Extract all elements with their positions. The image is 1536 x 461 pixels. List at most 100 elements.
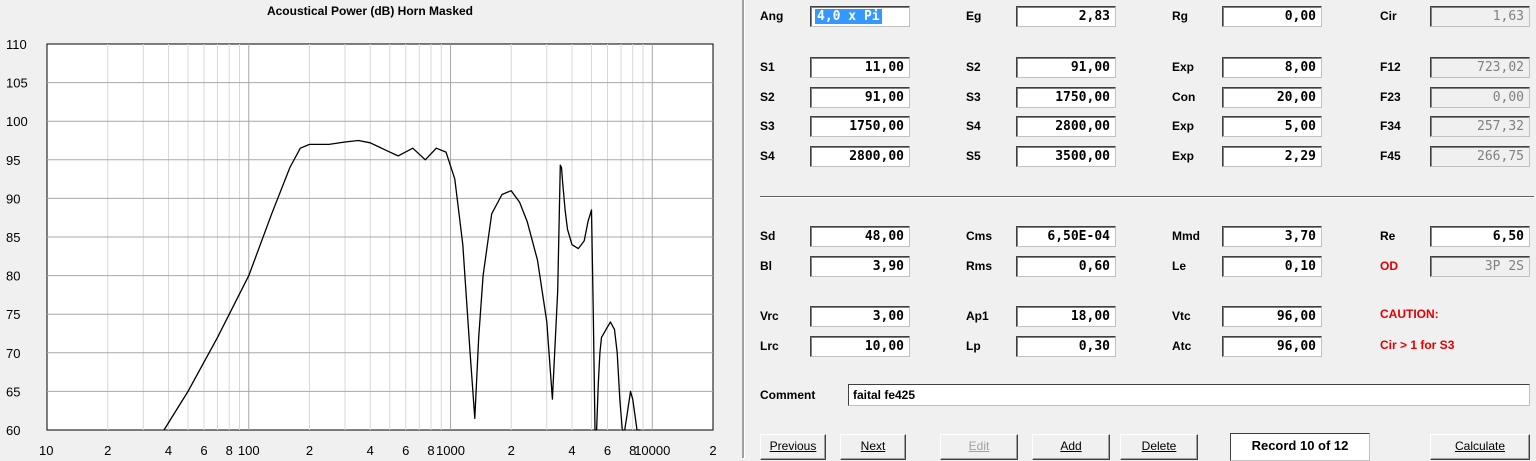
x-tick-label: 4 bbox=[165, 443, 172, 458]
label-s2-r2: S2 bbox=[760, 90, 775, 104]
panel-divider bbox=[742, 0, 745, 458]
field-mmd-r5[interactable]: 3,70 bbox=[1222, 226, 1322, 247]
label-lrc-r8: Lrc bbox=[760, 339, 779, 353]
parameter-form: CAUTION: Cir > 1 for S3 Comment faital f… bbox=[746, 0, 1536, 461]
field-sd-r5[interactable]: 48,00 bbox=[810, 226, 910, 247]
y-tick-label: 60 bbox=[6, 423, 20, 438]
add-label: Add bbox=[1060, 439, 1082, 453]
label-exp-r4: Exp bbox=[1172, 149, 1195, 163]
label-exp-r1: Exp bbox=[1172, 60, 1195, 74]
field-ap1-r7[interactable]: 18,00 bbox=[1016, 306, 1116, 327]
comment-label: Comment bbox=[760, 388, 816, 402]
label-vtc-r7: Vtc bbox=[1172, 309, 1191, 323]
field-f12-r1[interactable]: 723,02 bbox=[1430, 57, 1530, 78]
delete-button[interactable]: Delete bbox=[1120, 434, 1198, 460]
comment-field[interactable]: faital fe425 bbox=[848, 384, 1530, 406]
label-rg-r0: Rg bbox=[1172, 9, 1188, 23]
section-divider bbox=[760, 196, 1534, 198]
calculate-label: Calculate bbox=[1454, 439, 1506, 453]
label-od-r6: OD bbox=[1380, 259, 1398, 273]
field-s5-r4[interactable]: 3500,00 bbox=[1016, 146, 1116, 167]
field-bl-r6[interactable]: 3,90 bbox=[810, 256, 910, 277]
x-tick-label: 1000 bbox=[436, 443, 465, 458]
field-lp-r8[interactable]: 0,30 bbox=[1016, 336, 1116, 357]
field-f34-r3[interactable]: 257,32 bbox=[1430, 116, 1530, 137]
field-od-r6[interactable]: 3P 2S bbox=[1430, 256, 1530, 277]
x-tick-label: 2 bbox=[104, 443, 111, 458]
label-s3-r2: S3 bbox=[966, 90, 981, 104]
field-cms-r5[interactable]: 6,50E-04 bbox=[1016, 226, 1116, 247]
label-f12-r1: F12 bbox=[1380, 60, 1401, 74]
label-re-r5: Re bbox=[1380, 229, 1396, 243]
y-tick-label: 100 bbox=[6, 114, 28, 129]
x-tick-label: 6 bbox=[200, 443, 207, 458]
edit-button[interactable]: Edit bbox=[940, 434, 1018, 460]
label-f34-r3: F34 bbox=[1380, 119, 1401, 133]
field-s2-r1[interactable]: 91,00 bbox=[1016, 57, 1116, 78]
label-cms-r5: Cms bbox=[966, 229, 993, 243]
field-exp-r4[interactable]: 2,29 bbox=[1222, 146, 1322, 167]
field-con-r2[interactable]: 20,00 bbox=[1222, 87, 1322, 108]
field-vrc-r7[interactable]: 3,00 bbox=[810, 306, 910, 327]
field-f45-r4[interactable]: 266,75 bbox=[1430, 146, 1530, 167]
x-tick-label: 2 bbox=[508, 443, 515, 458]
field-cir-r0[interactable]: 1,63 bbox=[1430, 6, 1530, 27]
label-atc-r8: Atc bbox=[1172, 339, 1192, 353]
y-tick-label: 65 bbox=[6, 384, 20, 399]
x-tick-label: 10000 bbox=[634, 443, 670, 458]
y-tick-label: 70 bbox=[6, 346, 20, 361]
y-tick-label: 75 bbox=[6, 307, 20, 322]
x-tick-label: 6 bbox=[604, 443, 611, 458]
label-cir-r0: Cir bbox=[1380, 9, 1397, 23]
field-s2-r2[interactable]: 91,00 bbox=[810, 87, 910, 108]
field-re-r5[interactable]: 6,50 bbox=[1430, 226, 1530, 247]
field-exp-r1[interactable]: 8,00 bbox=[1222, 57, 1322, 78]
field-s1-r1[interactable]: 11,00 bbox=[810, 57, 910, 78]
label-exp-r3: Exp bbox=[1172, 119, 1195, 133]
field-s4-r3[interactable]: 2800,00 bbox=[1016, 116, 1116, 137]
x-tick-label: 8 bbox=[427, 443, 434, 458]
field-rg-r0[interactable]: 0,00 bbox=[1222, 6, 1322, 27]
y-tick-label: 90 bbox=[6, 191, 20, 206]
field-atc-r8[interactable]: 96,00 bbox=[1222, 336, 1322, 357]
field-s3-r3[interactable]: 1750,00 bbox=[810, 116, 910, 137]
previous-label: Previous bbox=[769, 439, 817, 453]
field-eg-r0[interactable]: 2,83 bbox=[1016, 6, 1116, 27]
field-exp-r3[interactable]: 5,00 bbox=[1222, 116, 1322, 137]
field-rms-r6[interactable]: 0,60 bbox=[1016, 256, 1116, 277]
field-vtc-r7[interactable]: 96,00 bbox=[1222, 306, 1322, 327]
label-f23-r2: F23 bbox=[1380, 90, 1401, 104]
label-s2-r1: S2 bbox=[966, 60, 981, 74]
x-tick-label: 4 bbox=[367, 443, 374, 458]
y-tick-label: 80 bbox=[6, 269, 20, 284]
label-f45-r4: F45 bbox=[1380, 149, 1401, 163]
x-tick-label: 2 bbox=[306, 443, 313, 458]
field-ang-r0[interactable]: 4,0 x Pi bbox=[810, 6, 910, 27]
label-s4-r4: S4 bbox=[760, 149, 775, 163]
caution-text: Cir > 1 for S3 bbox=[1380, 338, 1455, 352]
calculate-button[interactable]: Calculate bbox=[1430, 434, 1530, 460]
label-eg-r0: Eg bbox=[966, 9, 982, 23]
field-s3-r2[interactable]: 1750,00 bbox=[1016, 87, 1116, 108]
add-button[interactable]: Add bbox=[1032, 434, 1110, 460]
x-tick-label: 2 bbox=[709, 443, 716, 458]
previous-button[interactable]: Previous bbox=[760, 434, 826, 460]
x-tick-label: 8 bbox=[226, 443, 233, 458]
chart-title: Acoustical Power (dB) Horn Masked bbox=[266, 4, 474, 18]
edit-label: Edit bbox=[968, 439, 990, 453]
field-le-r6[interactable]: 0,10 bbox=[1222, 256, 1322, 277]
field-s4-r4[interactable]: 2800,00 bbox=[810, 146, 910, 167]
next-button[interactable]: Next bbox=[840, 434, 906, 460]
label-con-r2: Con bbox=[1172, 90, 1196, 104]
field-lrc-r8[interactable]: 10,00 bbox=[810, 336, 910, 357]
record-indicator: Record 10 of 12 bbox=[1230, 433, 1370, 461]
field-f23-r2[interactable]: 0,00 bbox=[1430, 87, 1530, 108]
caution-title: CAUTION: bbox=[1380, 307, 1439, 321]
y-tick-label: 85 bbox=[6, 230, 20, 245]
label-bl-r6: Bl bbox=[760, 259, 772, 273]
acoustic-power-chart: 110105100959085807570656010 2 4 6 8 100 2 4 6 8 10… bbox=[6, 37, 717, 458]
label-lp-r8: Lp bbox=[966, 339, 981, 353]
label-mmd-r5: Mmd bbox=[1172, 229, 1200, 243]
label-sd-r5: Sd bbox=[760, 229, 776, 243]
chart-panel: 110 105 100 95 90 85 80 75 70 65 60 10 2 4 6 8 100 2 4 6 8 10… bbox=[0, 0, 740, 458]
